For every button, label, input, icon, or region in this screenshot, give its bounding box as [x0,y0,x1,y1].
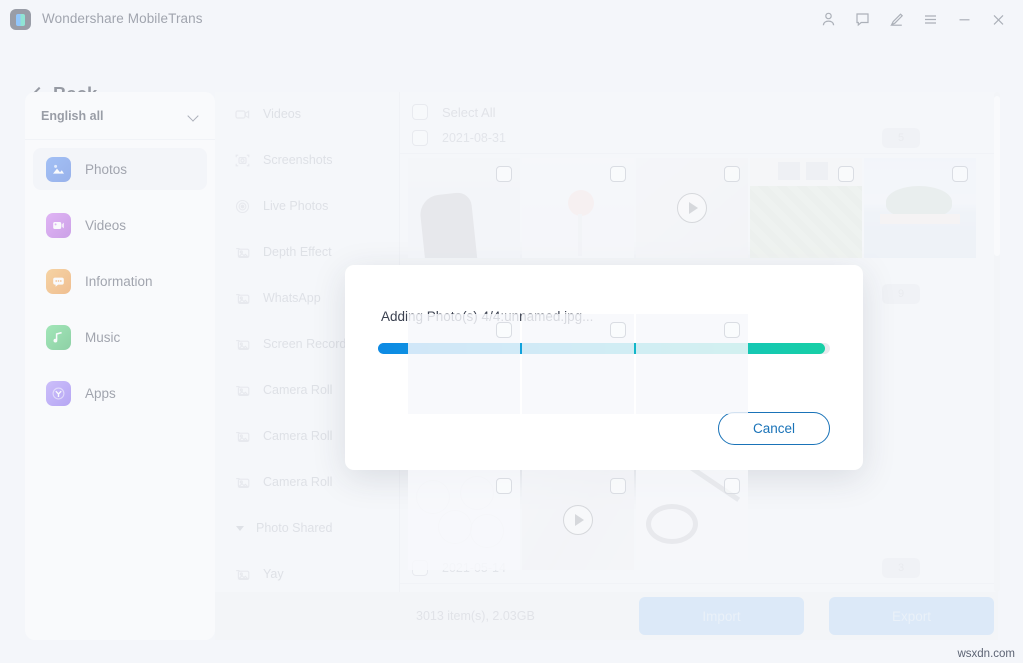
cancel-button[interactable]: Cancel [718,412,830,445]
photo-thumbnail[interactable] [522,470,634,570]
thumbnail-checkbox[interactable] [610,478,626,494]
thumbnail-checkbox[interactable] [496,478,512,494]
thumbnail-checkbox[interactable] [724,322,740,338]
photo-thumbnail[interactable] [750,158,862,258]
photo-thumbnail[interactable] [408,470,520,570]
thumbnail-checkbox[interactable] [496,322,512,338]
thumbnail-checkbox[interactable] [610,322,626,338]
thumbnail-row [408,158,998,258]
play-icon [563,505,593,535]
photo-thumbnail[interactable] [408,314,520,414]
photo-thumbnail[interactable] [408,158,520,258]
thumbnail-checkbox[interactable] [952,166,968,182]
thumbnail-checkbox[interactable] [838,166,854,182]
photo-thumbnail[interactable] [636,314,748,414]
photo-thumbnail[interactable] [636,470,748,570]
app-window: Wondershare MobileTrans [0,0,1023,663]
thumbnail-checkbox[interactable] [724,478,740,494]
thumbnail-checkbox[interactable] [496,166,512,182]
photo-thumbnail[interactable] [522,158,634,258]
watermark: wsxdn.com [957,648,1015,660]
photo-thumbnail[interactable] [864,158,976,258]
thumbnail-checkbox[interactable] [724,166,740,182]
play-icon [677,193,707,223]
photo-thumbnail[interactable] [522,314,634,414]
photo-thumbnail[interactable] [636,158,748,258]
thumbnail-checkbox[interactable] [610,166,626,182]
